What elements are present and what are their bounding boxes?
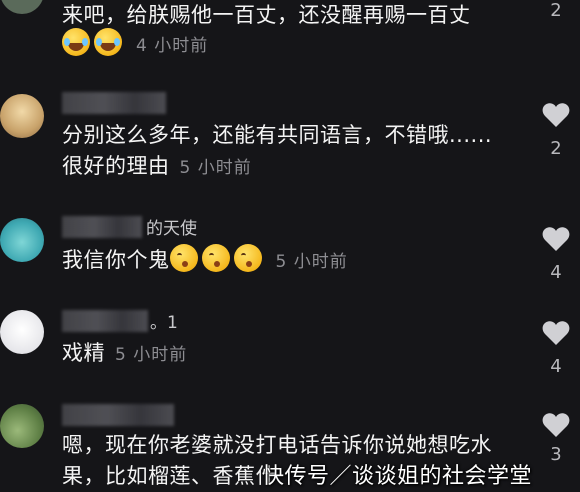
heart-icon <box>542 102 570 128</box>
comment-body-line: 嗯，现在你老婆就没打电话告诉你说她想吃水 <box>62 433 492 457</box>
heart-icon <box>542 226 570 252</box>
username-blurred[interactable] <box>62 92 166 114</box>
like-count: 3 <box>550 444 562 465</box>
heart-icon <box>542 320 570 346</box>
comment-body-line: 分别这么多年，还能有共同语言，不错哦...... <box>62 123 493 147</box>
like-button[interactable]: 2 <box>538 0 574 21</box>
comment-body: 来吧，给朕赐他一百丈，还没醒再赐一百丈 <box>62 3 471 27</box>
comment-text: 我信你个鬼 5 小时前 <box>62 244 348 278</box>
like-button[interactable]: 2 <box>538 102 574 159</box>
comment-text: 分别这么多年，还能有共同语言，不错哦...... 很好的理由 5 小时前 <box>62 120 492 184</box>
laugh-cry-emoji-icon <box>94 28 122 56</box>
username-blurred[interactable] <box>62 310 148 332</box>
kiss-emoji-icon <box>233 244 262 272</box>
like-count: 2 <box>550 0 562 21</box>
timestamp: 4 小时前 <box>136 36 209 56</box>
avatar[interactable] <box>0 404 44 448</box>
like-button[interactable]: 3 <box>538 412 574 465</box>
like-button[interactable]: 4 <box>538 226 574 283</box>
username-blurred[interactable] <box>62 404 174 426</box>
heart-icon <box>542 412 570 438</box>
comment-body-line: 很好的理由 5 小时前 <box>62 154 252 178</box>
watermark: 快传号／谈谈姐的社会学堂 <box>262 464 533 489</box>
comment-meta: 4 小时前 <box>62 28 208 62</box>
username-partial[interactable]: 。1 <box>150 308 178 333</box>
timestamp: 5 小时前 <box>115 345 188 365</box>
like-count: 2 <box>550 138 562 159</box>
like-count: 4 <box>550 356 562 377</box>
comment-body: 我信你个鬼 <box>62 248 170 272</box>
kiss-emoji-icon <box>201 244 230 272</box>
avatar[interactable] <box>0 94 44 138</box>
username-blurred[interactable] <box>62 216 142 238</box>
timestamp: 5 小时前 <box>275 252 348 272</box>
avatar[interactable] <box>0 0 44 14</box>
comment-text: 戏精 5 小时前 <box>62 338 187 371</box>
like-button[interactable]: 4 <box>538 320 574 377</box>
avatar[interactable] <box>0 310 44 354</box>
comment-body: 戏精 <box>62 341 105 365</box>
kiss-emoji-icon <box>169 244 198 272</box>
comment-text: 来吧，给朕赐他一百丈，还没醒再赐一百丈 <box>62 0 471 31</box>
laugh-cry-emoji-icon <box>62 28 90 56</box>
username-partial[interactable]: 的天使 <box>146 214 197 239</box>
timestamp: 5 小时前 <box>179 158 252 178</box>
avatar[interactable] <box>0 218 44 262</box>
like-count: 4 <box>550 262 562 283</box>
